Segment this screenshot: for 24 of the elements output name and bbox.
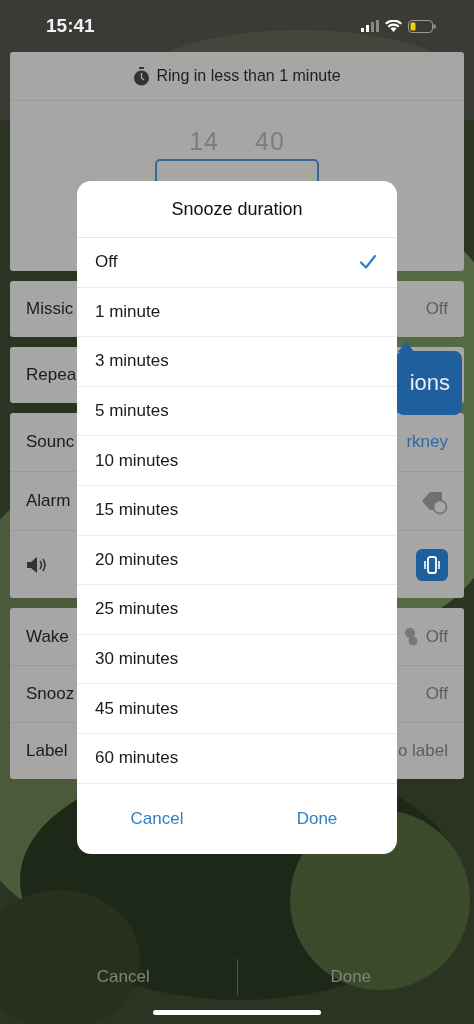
setting-label: Alarm bbox=[26, 491, 71, 511]
countdown-text: Ring in less than 1 minute bbox=[156, 67, 341, 85]
setting-label: Wake bbox=[26, 626, 69, 647]
cancel-button[interactable]: Cancel bbox=[10, 966, 237, 988]
phone-vibrate-icon bbox=[422, 554, 442, 575]
tooltip-bubble: ions bbox=[396, 351, 462, 415]
setting-label: Sounc bbox=[26, 432, 75, 452]
vibrate-button[interactable] bbox=[416, 548, 448, 581]
setting-value: Off bbox=[425, 684, 448, 704]
stopwatch-icon bbox=[133, 66, 151, 86]
setting-value: Off bbox=[425, 626, 448, 647]
battery-icon bbox=[408, 19, 436, 33]
status-time: 15:41 bbox=[46, 15, 95, 37]
setting-label: Snooz bbox=[26, 684, 75, 704]
speaker-icon bbox=[26, 555, 48, 574]
dialog-cancel-button[interactable]: Cancel bbox=[77, 807, 237, 830]
setting-label: Label bbox=[26, 741, 68, 761]
dialog-done-button[interactable]: Done bbox=[237, 807, 397, 830]
signal-icon bbox=[361, 20, 379, 32]
setting-value: Off bbox=[425, 299, 448, 319]
setting-label: Repea bbox=[26, 365, 77, 385]
setting-label: Missic bbox=[26, 299, 74, 319]
setting-value: o label bbox=[397, 741, 448, 761]
wifi-icon bbox=[385, 20, 402, 32]
